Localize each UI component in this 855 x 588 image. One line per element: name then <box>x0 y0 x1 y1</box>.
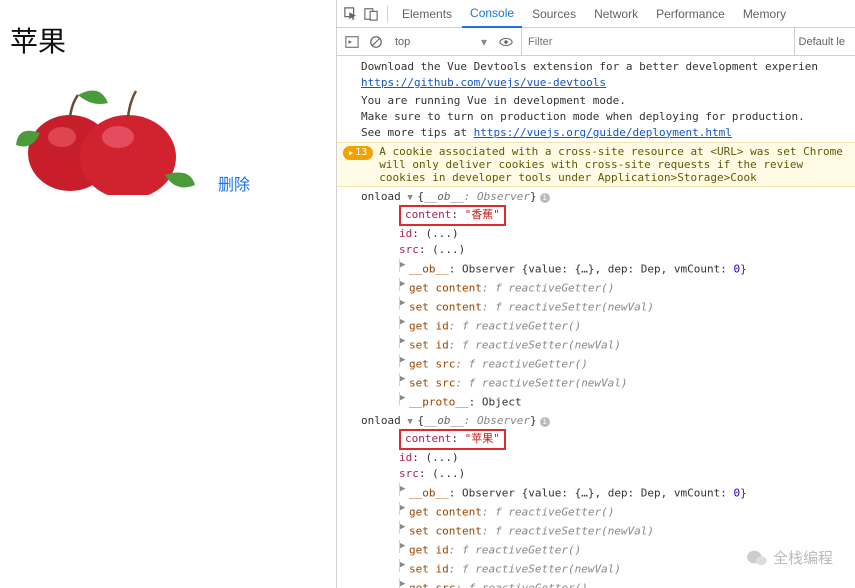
expand-caret[interactable] <box>399 483 409 497</box>
device-icon[interactable] <box>363 6 379 22</box>
info-icon[interactable]: i <box>540 193 550 203</box>
expand-caret[interactable] <box>399 335 409 349</box>
tab-console[interactable]: Console <box>462 0 522 28</box>
expand-caret[interactable] <box>399 521 409 535</box>
devtools-link[interactable]: https://github.com/vuejs/vue-devtools <box>361 76 606 89</box>
logged-object: onload {__ob__: Observer}i content: "苹果"… <box>337 413 855 588</box>
expand-caret[interactable] <box>407 192 417 206</box>
warning-row: 13 A cookie associated with a cross-site… <box>337 142 855 187</box>
tab-sources[interactable]: Sources <box>524 1 584 27</box>
app-panel: 苹果 删除 <box>0 0 336 588</box>
expand-caret[interactable] <box>399 316 409 330</box>
expand-caret[interactable] <box>399 502 409 516</box>
context-value[interactable] <box>391 34 491 50</box>
logged-object: onload {__ob__: Observer}i content: "香蕉"… <box>337 189 855 411</box>
warning-text: A cookie associated with a cross-site re… <box>379 145 851 184</box>
expand-caret[interactable] <box>399 278 409 292</box>
delete-link[interactable]: 删除 <box>218 171 250 195</box>
divider <box>387 6 388 22</box>
expand-caret[interactable] <box>399 354 409 368</box>
tab-elements[interactable]: Elements <box>394 1 460 27</box>
devtools-panel: Elements Console Sources Network Perform… <box>336 0 855 588</box>
expand-caret[interactable] <box>399 392 409 406</box>
apple-image <box>10 75 200 195</box>
expand-caret[interactable] <box>399 259 409 273</box>
expand-caret[interactable] <box>399 559 409 573</box>
tab-performance[interactable]: Performance <box>648 1 733 27</box>
highlight-box: content: "香蕉" <box>399 205 506 226</box>
inspect-icon[interactable] <box>343 6 359 22</box>
expand-caret[interactable] <box>399 373 409 387</box>
log-level[interactable]: Default le <box>794 28 849 55</box>
log-line: You are running Vue in development mode.… <box>337 92 855 142</box>
deploy-link[interactable]: https://vuejs.org/guide/deployment.html <box>474 126 732 139</box>
highlight-box: content: "苹果" <box>399 429 506 450</box>
tab-memory[interactable]: Memory <box>735 1 794 27</box>
expand-caret[interactable] <box>399 297 409 311</box>
context-selector[interactable]: ▾ <box>391 34 491 50</box>
console-output: Download the Vue Devtools extension for … <box>337 56 855 588</box>
expand-caret[interactable] <box>399 578 409 588</box>
expand-caret[interactable] <box>399 540 409 554</box>
filter-input[interactable] <box>521 28 788 55</box>
console-toolbar: ▾ Default le <box>337 28 855 56</box>
fruit-block: 删除 <box>10 75 250 195</box>
expand-caret[interactable] <box>407 416 417 430</box>
clear-console-icon[interactable] <box>367 33 385 51</box>
sidebar-toggle-icon[interactable] <box>343 33 361 51</box>
eye-icon[interactable] <box>497 33 515 51</box>
devtools-tabs: Elements Console Sources Network Perform… <box>337 0 855 28</box>
log-line: Download the Vue Devtools extension for … <box>337 58 855 92</box>
tab-network[interactable]: Network <box>586 1 646 27</box>
warning-count-badge[interactable]: 13 <box>343 146 373 160</box>
info-icon[interactable]: i <box>540 417 550 427</box>
page-title: 苹果 <box>10 20 336 60</box>
